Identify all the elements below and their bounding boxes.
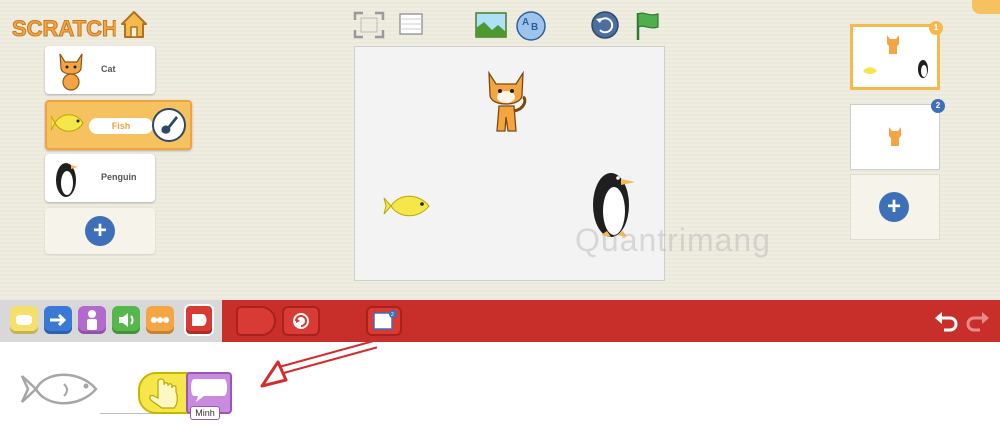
end-category-tab[interactable]: [184, 304, 214, 336]
change-background-icon[interactable]: [474, 10, 508, 40]
sprite-card-fish[interactable]: Fish: [45, 100, 192, 150]
go-to-page-icon: 2: [373, 310, 397, 330]
paintbrush-icon: [161, 116, 178, 134]
triggering-category-tab[interactable]: [10, 306, 38, 334]
svg-text:SCRATCHJr: SCRATCHJr: [12, 16, 116, 41]
cat-thumbnail: [59, 53, 83, 91]
home-icon[interactable]: [118, 8, 150, 40]
add-sprite-card[interactable]: +: [45, 208, 155, 254]
triggering-icon: [16, 315, 32, 325]
page-number-badge: 2: [931, 99, 945, 113]
go-to-page-block[interactable]: 2: [366, 306, 402, 336]
paint-editor-button[interactable]: [152, 108, 186, 142]
say-block-text[interactable]: Minh: [190, 406, 220, 420]
sprite-name: Penguin: [101, 172, 137, 182]
page-thumbnail-2[interactable]: 2: [850, 99, 945, 170]
grid-icon[interactable]: [397, 10, 425, 40]
redo-icon[interactable]: [964, 308, 992, 334]
add-sprite-plus-icon[interactable]: +: [85, 216, 115, 246]
sprite-card-cat[interactable]: Cat: [45, 46, 155, 94]
reset-characters-icon[interactable]: [590, 10, 620, 40]
arrow-right-icon: [50, 313, 67, 327]
svg-text:B: B: [531, 22, 538, 33]
undo-icon[interactable]: [932, 308, 960, 334]
add-page-plus-icon[interactable]: +: [879, 192, 909, 222]
green-flag-icon[interactable]: [632, 10, 662, 42]
looks-category-tab[interactable]: [78, 306, 106, 334]
control-icon: [151, 317, 169, 323]
end-block-icon: [192, 314, 207, 326]
cat-character[interactable]: [481, 69, 531, 141]
fish-outline-icon: [20, 373, 98, 405]
penguin-thumbnail: [56, 163, 78, 197]
svg-text:2: 2: [391, 312, 394, 318]
page-number-badge: 1: [929, 21, 943, 35]
fish-character[interactable]: [383, 191, 433, 221]
corner-tab[interactable]: [972, 0, 1000, 14]
sprite-name: Cat: [101, 64, 116, 74]
svg-text:A: A: [522, 17, 529, 28]
page-2-preview: [889, 127, 901, 146]
sound-category-tab[interactable]: [112, 306, 140, 334]
person-icon: [87, 310, 97, 330]
repeat-forever-block[interactable]: [282, 306, 320, 336]
top-area: SCRATCHJr Cat Fish: [0, 0, 1000, 300]
speech-bubble-icon: [191, 379, 227, 402]
annotation-arrow: [260, 342, 378, 388]
repeat-forever-icon: [293, 313, 309, 329]
scratchjr-logo: SCRATCHJr: [12, 16, 117, 42]
block-palette-bar: 2: [0, 300, 1000, 342]
motion-category-tab[interactable]: [44, 306, 72, 334]
watermark: Quantrimang: [575, 222, 771, 258]
add-text-icon[interactable]: A B: [515, 10, 547, 42]
start-on-tap-block[interactable]: [138, 372, 192, 414]
speaker-icon: [119, 313, 134, 327]
sprite-card-penguin[interactable]: Penguin: [45, 154, 155, 202]
add-page-card[interactable]: +: [850, 174, 940, 240]
page-1-preview: [863, 35, 928, 78]
end-block[interactable]: [236, 306, 276, 336]
page-thumbnail-1[interactable]: 1: [850, 21, 943, 90]
control-category-tab[interactable]: [146, 306, 174, 334]
category-tabs: [0, 300, 222, 342]
hand-tap-icon: [149, 378, 178, 409]
fish-thumbnail: [51, 114, 84, 132]
fullscreen-icon[interactable]: [352, 10, 386, 40]
sprite-name-field[interactable]: Fish: [89, 118, 153, 134]
script-area[interactable]: Minh: [0, 342, 1000, 425]
